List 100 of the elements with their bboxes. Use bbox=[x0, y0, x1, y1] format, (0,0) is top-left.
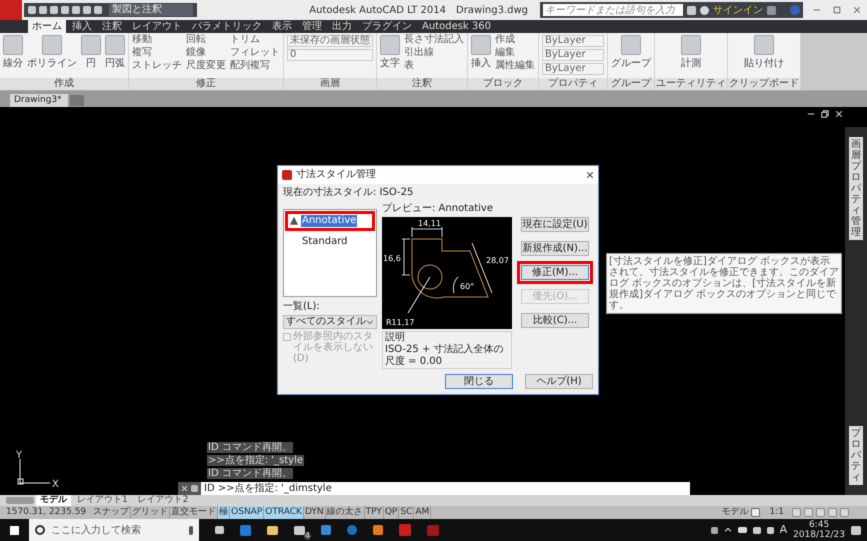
ribbon-button[interactable]: トリム bbox=[230, 34, 280, 46]
dialog-button[interactable]: 修正(M)... bbox=[521, 265, 589, 280]
mail-count-badge: 4 bbox=[304, 532, 311, 540]
status-toggle[interactable]: 極 bbox=[218, 506, 230, 519]
command-line-field[interactable]: ID >>点を指定: '_dimstyle bbox=[201, 482, 690, 495]
dimension-label: 16,6 bbox=[383, 254, 401, 263]
ribbon-dropdown[interactable]: 0 bbox=[287, 49, 373, 61]
search-icon bbox=[35, 525, 45, 535]
ribbon-button[interactable]: 属性編集 bbox=[495, 60, 535, 72]
layout-tab[interactable]: レイアウト1 bbox=[73, 495, 132, 506]
ribbon-button[interactable]: 貼り付け bbox=[742, 33, 786, 78]
panel-title[interactable]: ブロック bbox=[468, 78, 538, 90]
panel-title[interactable]: ユーティリティ bbox=[655, 78, 727, 90]
panel-title[interactable]: 作成 bbox=[0, 78, 128, 90]
ribbon-button[interactable]: 長さ寸法記入 bbox=[404, 34, 464, 46]
ribbon-button[interactable]: 計測 bbox=[679, 33, 703, 78]
ribbon-dropdown[interactable]: ByLayer bbox=[542, 49, 604, 61]
description-text: ISO-25 + 寸法記入全体の尺度 = 0.00 bbox=[385, 344, 505, 368]
ribbon-dropdown[interactable]: ByLayer bbox=[542, 35, 604, 47]
restore-icon[interactable] bbox=[821, 110, 829, 118]
list-dropdown[interactable]: すべてのスタイル bbox=[283, 315, 377, 329]
dialog-title: 寸法スタイル管理 bbox=[296, 169, 376, 181]
signin-link[interactable]: サインイン bbox=[713, 2, 763, 18]
workspace-dropdown[interactable]: 製図と注釈 bbox=[109, 4, 193, 16]
style-name: Annotative bbox=[301, 215, 358, 227]
dialog-button[interactable]: 新規作成(N)... bbox=[521, 241, 589, 256]
ribbon-button[interactable]: 引出線 bbox=[404, 47, 464, 59]
ribbon-tab[interactable]: 管理 bbox=[298, 20, 326, 33]
tray-caret-icon[interactable] bbox=[724, 526, 732, 534]
clock-time: 6:45 bbox=[808, 520, 830, 530]
ribbon-tab[interactable]: 注釈 bbox=[98, 20, 126, 33]
ribbon-dropdown[interactable]: 未保存の画層状態 bbox=[287, 35, 373, 47]
panel-title[interactable]: プロパティ bbox=[539, 78, 607, 90]
ribbon-button[interactable]: 鏡像 bbox=[186, 47, 226, 59]
current-style-label: 現在の寸法スタイル: ISO-25 bbox=[283, 187, 414, 199]
ribbon-button[interactable]: 編集 bbox=[495, 47, 535, 59]
ribbon-button[interactable]: 円 bbox=[79, 33, 103, 78]
maximize-icon[interactable] bbox=[833, 6, 841, 14]
ribbon-button[interactable]: 尺度変更 bbox=[186, 60, 226, 72]
ribbon-button[interactable]: 円弧 bbox=[103, 33, 127, 78]
input-mode-indicator[interactable]: A bbox=[780, 522, 788, 538]
ribbon-button[interactable]: 線分 bbox=[1, 33, 25, 78]
ribbon-tab[interactable]: ホーム bbox=[28, 20, 66, 33]
windows-start-icon[interactable] bbox=[10, 526, 19, 534]
status-toggle[interactable]: OTRACK bbox=[264, 506, 304, 519]
annotative-icon bbox=[290, 217, 298, 225]
dialog-button[interactable]: 現在に設定(U) bbox=[521, 217, 589, 232]
search-field[interactable]: キーワードまたは語句を入力 bbox=[543, 4, 683, 16]
dialog-button[interactable]: 比較(C)... bbox=[521, 313, 589, 328]
ribbon-tab[interactable]: パラメトリック bbox=[188, 20, 266, 33]
ribbon-tab[interactable]: Autodesk 360 bbox=[418, 20, 495, 33]
ribbon-button[interactable]: 作成 bbox=[495, 34, 535, 46]
ribbon-tab[interactable]: 表示 bbox=[268, 20, 296, 33]
style-list-item[interactable]: Annotative bbox=[289, 215, 371, 227]
layout-tab[interactable]: モデル bbox=[36, 495, 71, 506]
ribbon-tab[interactable]: 出力 bbox=[328, 20, 356, 33]
ribbon-button[interactable]: 移動 bbox=[132, 34, 182, 46]
model-space-label[interactable]: モデル bbox=[720, 506, 751, 519]
taskbar-search-field[interactable]: ここに入力して検索 bbox=[29, 519, 199, 541]
panel-title[interactable]: 注釈 bbox=[377, 78, 467, 90]
ribbon-button[interactable]: ストレッチ bbox=[132, 60, 182, 72]
ribbon-button[interactable]: 挿入 bbox=[469, 33, 493, 78]
ribbon-button[interactable]: 表 bbox=[404, 60, 464, 72]
preview-label: プレビュー: Annotative bbox=[382, 203, 494, 215]
checkbox-label: 外部参照内のスタイルを表示しない(D) bbox=[293, 331, 374, 364]
ribbon-button[interactable]: 回転 bbox=[186, 34, 226, 46]
ribbon-button[interactable]: フィレット bbox=[230, 47, 280, 59]
status-toggle[interactable]: OSNAP bbox=[230, 506, 264, 519]
ribbon-button[interactable]: 複写 bbox=[132, 47, 182, 59]
style-name: Standard bbox=[301, 236, 348, 248]
dialog-button[interactable]: 閉じる bbox=[445, 374, 513, 389]
annotation-scale[interactable]: 1:1 bbox=[768, 506, 786, 519]
dimension-label: R11,17 bbox=[386, 318, 414, 327]
ucs-axes-drawing: Y X bbox=[14, 449, 62, 489]
ribbon-tab[interactable]: レイアウト bbox=[128, 20, 186, 33]
panel-title[interactable]: クリップボード bbox=[728, 78, 800, 90]
ribbon-button[interactable]: 文字 bbox=[378, 33, 402, 78]
dimension-label: 60° bbox=[460, 282, 474, 291]
layout-tab[interactable]: レイアウト2 bbox=[134, 495, 192, 506]
palette-tab[interactable]: プロパティ bbox=[849, 426, 863, 485]
panel-title[interactable]: 修正 bbox=[129, 78, 283, 90]
taskbar-search-input[interactable]: ここに入力して検索 bbox=[51, 522, 183, 538]
close-icon[interactable] bbox=[586, 171, 594, 179]
ribbon-tab[interactable]: 挿入 bbox=[68, 20, 96, 33]
dialog-button[interactable]: ヘルプ(H) bbox=[525, 374, 593, 389]
ribbon-button[interactable]: グループ bbox=[609, 33, 653, 78]
leader-line bbox=[408, 276, 430, 314]
document-tab[interactable]: Drawing3* bbox=[10, 94, 68, 107]
coordinates-readout: 1570.31, 2235.59 bbox=[5, 506, 88, 519]
ribbon-tab[interactable]: プラグイン bbox=[358, 20, 416, 33]
panel-title[interactable]: グループ bbox=[608, 78, 654, 90]
style-list-item[interactable]: Standard bbox=[289, 236, 371, 248]
tooltip: [寸法スタイルを修正]ダイアログ ボックスが表示されて、寸法スタイルを修正できます。このダイアログ ボックスのオプションは、[寸法スタイルを新規作成]ダイアログ ボックスのオプションと同じです。 bbox=[606, 253, 842, 314]
ribbon-button[interactable]: ポリライン bbox=[25, 33, 79, 78]
palette-tab[interactable]: 画層プロパティ管理 bbox=[849, 137, 863, 240]
chevron-down-icon bbox=[366, 318, 374, 326]
panel-title[interactable]: 画層 bbox=[284, 78, 376, 90]
ribbon-dropdown[interactable]: ByLayer bbox=[542, 63, 604, 75]
dimension-label: 28,07 bbox=[486, 256, 509, 265]
ribbon-button[interactable]: 配列複写 bbox=[230, 60, 280, 72]
